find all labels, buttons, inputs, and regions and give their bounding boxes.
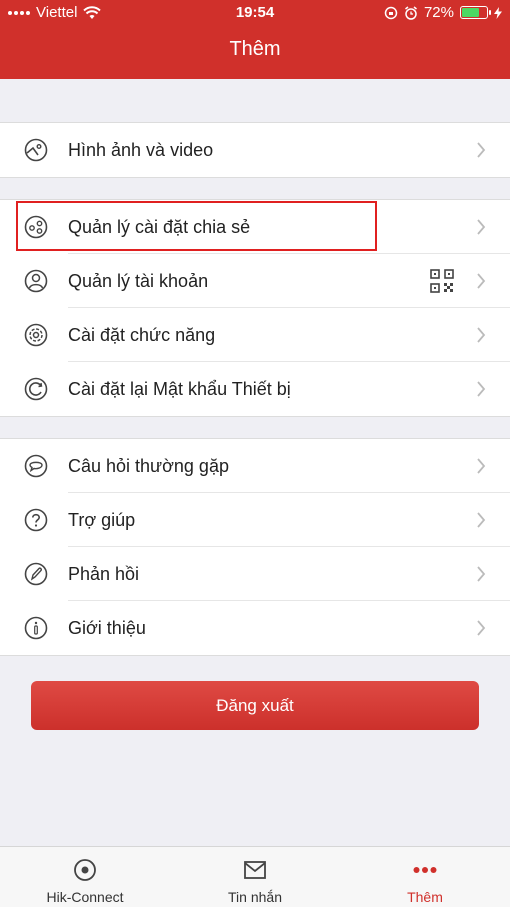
chevron-right-icon xyxy=(477,381,486,397)
user-icon xyxy=(24,269,48,293)
menu-item-functions[interactable]: Cài đặt chức năng xyxy=(0,308,510,362)
tab-label: Tin nhắn xyxy=(228,889,282,905)
logout-button[interactable]: Đăng xuất xyxy=(31,681,479,730)
chevron-right-icon xyxy=(477,142,486,158)
battery-percent: 72% xyxy=(423,4,454,21)
more-dots-icon xyxy=(413,867,437,873)
chevron-right-icon xyxy=(477,512,486,528)
pencil-icon xyxy=(24,562,48,586)
status-right: 72% xyxy=(384,4,502,21)
chevron-right-icon xyxy=(477,566,486,582)
menu-item-label: Cài đặt lại Mật khẩu Thiết bị xyxy=(68,379,291,399)
qr-code-icon[interactable] xyxy=(430,269,454,293)
target-icon xyxy=(74,859,96,881)
chevron-right-icon xyxy=(477,620,486,636)
tab-label: Hik-Connect xyxy=(46,889,124,905)
menu-item-faq[interactable]: Câu hỏi thường gặp xyxy=(0,439,510,493)
tab-bar: Hik-Connect Tin nhắn Thêm xyxy=(0,846,510,907)
app-header: Viettel 19:54 72% Thêm xyxy=(0,0,510,79)
menu-item-label: Câu hỏi thường gặp xyxy=(68,456,229,476)
menu-item-about[interactable]: Giới thiệu xyxy=(0,601,510,655)
chevron-right-icon xyxy=(477,219,486,235)
tab-more[interactable]: Thêm xyxy=(340,847,510,907)
info-icon xyxy=(24,616,48,640)
question-icon xyxy=(24,508,48,532)
gear-icon xyxy=(24,323,48,347)
menu-item-label: Hình ảnh và video xyxy=(68,140,214,160)
menu-group-support: Câu hỏi thường gặp Trợ giúp Phản hồi Giớ… xyxy=(0,438,510,656)
charging-bolt-icon xyxy=(494,6,502,19)
menu-item-label: Trợ giúp xyxy=(68,510,136,530)
chevron-right-icon xyxy=(477,458,486,474)
rotation-lock-icon xyxy=(384,6,398,19)
menu-group-media: Hình ảnh và video xyxy=(0,122,510,178)
chat-bubble-icon xyxy=(24,454,48,478)
highlight-box xyxy=(16,201,377,251)
image-icon xyxy=(24,138,48,162)
chevron-right-icon xyxy=(477,273,486,289)
alarm-icon xyxy=(405,5,417,20)
menu-item-reset-password[interactable]: Cài đặt lại Mật khẩu Thiết bị xyxy=(0,362,510,416)
tab-hik-connect[interactable]: Hik-Connect xyxy=(0,847,170,907)
chevron-right-icon xyxy=(477,327,486,343)
tab-messages[interactable]: Tin nhắn xyxy=(170,847,340,907)
battery-icon xyxy=(460,6,491,19)
menu-item-gallery[interactable]: Hình ảnh và video xyxy=(0,123,510,177)
menu-item-label: Quản lý tài khoản xyxy=(68,271,209,291)
menu-item-feedback[interactable]: Phản hồi xyxy=(0,547,510,601)
status-bar: Viettel 19:54 72% xyxy=(0,0,510,26)
menu-item-label: Giới thiệu xyxy=(68,618,146,638)
menu-item-help[interactable]: Trợ giúp xyxy=(0,493,510,547)
menu-item-label: Cài đặt chức năng xyxy=(68,325,216,345)
tab-label: Thêm xyxy=(407,889,443,905)
reset-icon xyxy=(24,377,48,401)
menu-item-label: Phản hồi xyxy=(68,564,140,584)
page-title: Thêm xyxy=(229,38,281,60)
menu-item-account[interactable]: Quản lý tài khoản xyxy=(0,254,510,308)
envelope-icon xyxy=(244,861,266,879)
